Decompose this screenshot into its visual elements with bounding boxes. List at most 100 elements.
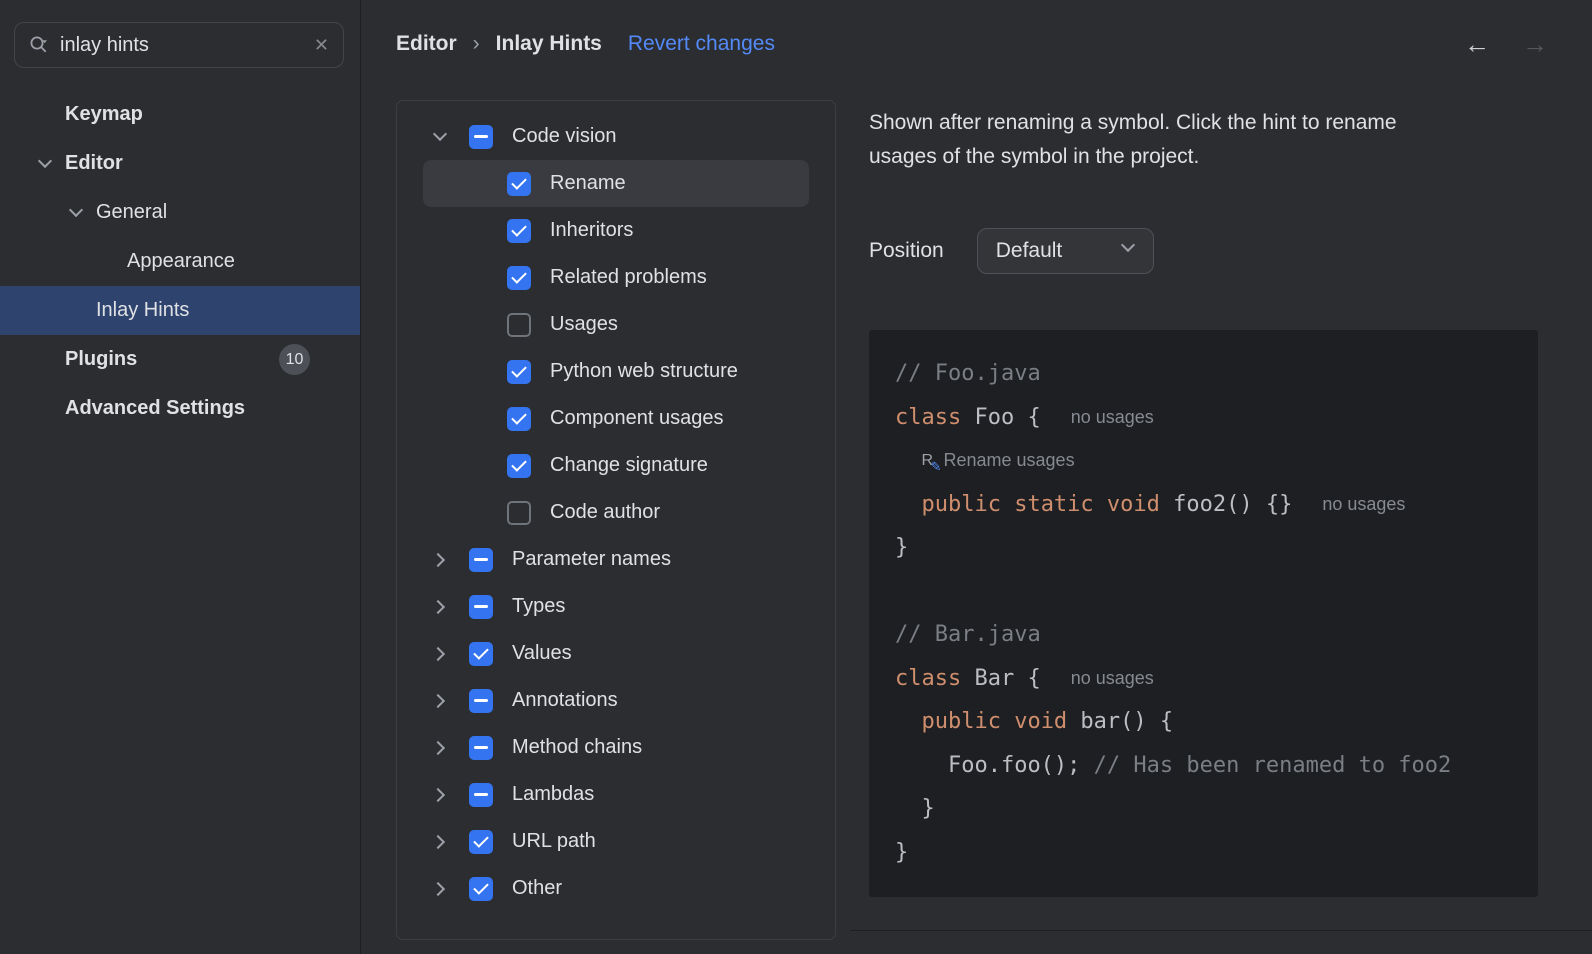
tree-row-change-signature[interactable]: Change signature <box>423 442 809 489</box>
position-label: Position <box>869 239 944 262</box>
sidebar-item-keymap[interactable]: Keymap <box>0 90 360 139</box>
breadcrumb-editor[interactable]: Editor <box>396 32 457 56</box>
inlay-hint-rename-usages: Rename usages <box>943 450 1075 471</box>
checkbox-lambdas[interactable] <box>469 782 493 807</box>
checkbox-python-web-structure[interactable] <box>507 359 531 384</box>
tree-row-values[interactable]: Values <box>423 630 809 677</box>
code-token: bar() { <box>1067 709 1174 735</box>
revert-changes-link[interactable]: Revert changes <box>628 32 775 56</box>
details-panel: Shown after renaming a symbol. Click the… <box>869 100 1538 940</box>
rename-icon: R ✎ <box>921 452 943 474</box>
sidebar-item-advanced-settings[interactable]: Advanced Settings <box>0 384 360 433</box>
tree-row-related-problems[interactable]: Related problems <box>423 254 809 301</box>
checkbox-code-vision[interactable] <box>469 124 493 149</box>
tree-row-lambdas[interactable]: Lambdas <box>423 771 809 818</box>
position-select[interactable]: Default <box>976 228 1154 274</box>
chevron-down-icon[interactable] <box>433 129 449 145</box>
tree-row-label: Lambdas <box>512 783 595 805</box>
sidebar-item-appearance[interactable]: Appearance <box>0 237 360 286</box>
chevron-right-icon[interactable] <box>433 881 449 897</box>
checkbox-types[interactable] <box>469 594 493 619</box>
tree-row-label: Inheritors <box>550 219 634 241</box>
clear-search-icon[interactable]: ✕ <box>312 35 331 56</box>
code-token: Foo.foo(); <box>947 752 1094 778</box>
back-arrow-icon[interactable]: ← <box>1464 29 1490 60</box>
tree-row-label: Other <box>512 877 563 899</box>
checkbox-change-signature[interactable] <box>507 453 531 478</box>
tree-row-label: Types <box>512 595 566 617</box>
breadcrumb-inlay-hints: Inlay Hints <box>495 32 602 55</box>
settings-main: Editor › Inlay Hints Revert changes ← → … <box>361 0 1592 954</box>
tree-row-label: Code vision <box>512 125 617 147</box>
checkbox-url-path[interactable] <box>469 829 493 854</box>
sidebar-item-inlay-hints[interactable]: Inlay Hints <box>0 286 360 335</box>
tree-row-other[interactable]: Other <box>423 865 809 912</box>
bottom-separator <box>850 930 1592 931</box>
chevron-right-icon[interactable] <box>433 693 449 709</box>
sidebar-item-label: Appearance <box>127 250 235 272</box>
code-preview: // Foo.java class Foo { no usages R ✎ Ren… <box>869 330 1538 897</box>
search-icon[interactable] <box>27 33 51 57</box>
code-line: class Bar { no usages <box>895 657 1538 701</box>
tree-row-label: Related problems <box>550 266 707 288</box>
code-keyword: class <box>895 665 962 691</box>
chevron-right-icon[interactable] <box>433 599 449 615</box>
sidebar-item-label: Keymap <box>65 103 143 125</box>
checkbox-component-usages[interactable] <box>507 406 531 431</box>
code-token: } <box>895 535 909 561</box>
breadcrumb-separator-icon: › <box>472 32 480 55</box>
checkbox-related-problems[interactable] <box>507 265 531 290</box>
tree-row-usages[interactable]: Usages <box>423 301 809 348</box>
search-input[interactable] <box>60 33 303 57</box>
settings-window: ✕ Keymap Editor General Appearance Inlay… <box>0 0 1592 954</box>
chevron-down-icon[interactable] <box>69 205 85 221</box>
tree-row-rename[interactable]: Rename <box>423 160 809 207</box>
checkbox-rename[interactable] <box>507 171 531 196</box>
checkbox-other[interactable] <box>469 876 493 901</box>
tree-row-label: Method chains <box>512 736 643 758</box>
tree-row-label: URL path <box>512 830 596 852</box>
settings-search-box[interactable]: ✕ <box>14 22 344 68</box>
tree-row-label: Parameter names <box>512 548 671 570</box>
sidebar-item-plugins[interactable]: Plugins 10 <box>0 335 360 384</box>
tree-row-url-path[interactable]: URL path <box>423 818 809 865</box>
tree-row-inheritors[interactable]: Inheritors <box>423 207 809 254</box>
chevron-down-icon[interactable] <box>38 156 54 172</box>
tree-row-label: Component usages <box>550 407 724 429</box>
checkbox-inheritors[interactable] <box>507 218 531 243</box>
position-selected-value: Default <box>995 239 1063 262</box>
tree-row-code-author[interactable]: Code author <box>423 489 809 536</box>
checkbox-parameter-names[interactable] <box>469 547 493 572</box>
code-line-rename-hint: R ✎ Rename usages <box>895 439 1538 483</box>
tree-row-python-web-structure[interactable]: Python web structure <box>423 348 809 395</box>
inlay-hint-no-usages: no usages <box>1070 406 1154 427</box>
code-comment: // Has been renamed to foo2 <box>1093 752 1452 778</box>
tree-row-method-chains[interactable]: Method chains <box>423 724 809 771</box>
tree-row-label: Python web structure <box>550 360 738 382</box>
chevron-right-icon[interactable] <box>433 740 449 756</box>
sidebar-item-label: Plugins <box>65 348 138 370</box>
sidebar-item-editor[interactable]: Editor <box>0 139 360 188</box>
sidebar-item-general[interactable]: General <box>0 188 360 237</box>
chevron-right-icon[interactable] <box>433 552 449 568</box>
tree-row-types[interactable]: Types <box>423 583 809 630</box>
checkbox-usages[interactable] <box>507 312 531 337</box>
tree-row-component-usages[interactable]: Component usages <box>423 395 809 442</box>
checkbox-method-chains[interactable] <box>469 735 493 760</box>
tree-row-annotations[interactable]: Annotations <box>423 677 809 724</box>
checkbox-code-author[interactable] <box>507 500 531 525</box>
sidebar-item-label: Advanced Settings <box>65 397 246 419</box>
chevron-right-icon[interactable] <box>433 834 449 850</box>
tree-row-label: Change signature <box>550 454 708 476</box>
chevron-down-icon <box>1121 240 1137 256</box>
tree-row-parameter-names[interactable]: Parameter names <box>423 536 809 583</box>
settings-sidebar: ✕ Keymap Editor General Appearance Inlay… <box>0 0 361 954</box>
chevron-right-icon[interactable] <box>433 787 449 803</box>
forward-arrow-icon[interactable]: → <box>1522 29 1548 60</box>
checkbox-values[interactable] <box>469 641 493 666</box>
checkbox-annotations[interactable] <box>469 688 493 713</box>
tree-row-code-vision[interactable]: Code vision <box>423 113 809 160</box>
chevron-right-icon[interactable] <box>433 646 449 662</box>
tree-row-label: Values <box>512 642 572 664</box>
